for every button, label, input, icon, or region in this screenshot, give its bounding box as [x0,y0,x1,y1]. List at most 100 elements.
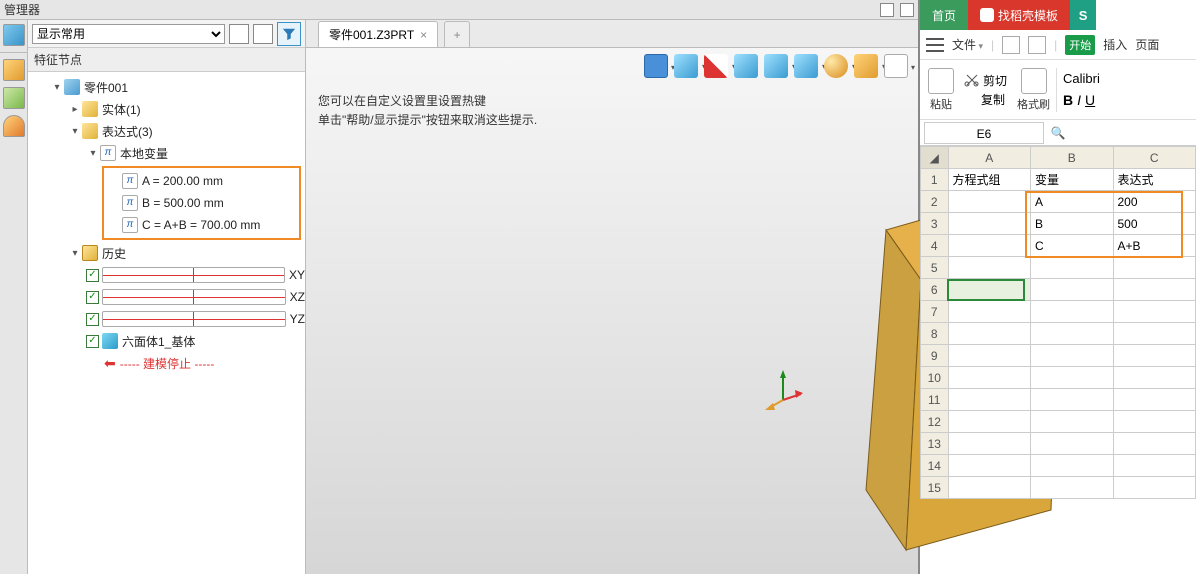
new-tab-button[interactable]: + [444,21,470,47]
tree-history[interactable]: ▾ 历史 [28,242,305,264]
tab-templates[interactable]: 找稻壳模板 [968,0,1070,30]
name-box[interactable]: E6 [924,122,1044,144]
open-icon[interactable] [1002,36,1020,54]
material-icon[interactable] [824,54,848,78]
filter-box-1[interactable] [229,24,249,44]
sketch-icon[interactable] [3,87,25,109]
menu-insert[interactable]: 插入 [1103,36,1127,53]
cell[interactable]: A+B [1113,235,1196,257]
plane-xz[interactable]: XZ [28,286,305,308]
cell[interactable] [1113,411,1196,433]
cell[interactable] [1113,367,1196,389]
iso-icon[interactable] [794,54,818,78]
dock-icon[interactable] [880,3,894,17]
col-header-a[interactable]: A [948,147,1031,169]
tree-localvar[interactable]: ▾ 本地变量 [28,142,305,164]
cell[interactable] [948,257,1031,279]
font-name[interactable]: Calibri [1063,71,1100,86]
cell[interactable] [1031,455,1114,477]
checkbox-xz[interactable] [86,291,99,304]
cell[interactable] [1031,279,1114,301]
cell[interactable] [1113,477,1196,499]
cell[interactable] [1031,257,1114,279]
checkbox-yz[interactable] [86,313,99,326]
paste-group[interactable]: 粘贴 [924,68,958,112]
search-icon[interactable]: 🔍 [1048,126,1068,140]
menu-start[interactable]: 开始 [1065,35,1095,55]
cell[interactable] [1031,411,1114,433]
menu-file[interactable]: 文件 [952,36,983,53]
col-header-b[interactable]: B [1031,147,1114,169]
funnel-icon[interactable] [277,22,301,46]
cell[interactable] [1113,389,1196,411]
checkbox-feat[interactable] [86,335,99,348]
cell[interactable]: 500 [1113,213,1196,235]
cell[interactable] [1031,323,1114,345]
italic-button[interactable]: I [1077,92,1081,108]
cell[interactable] [948,367,1031,389]
cell[interactable]: B [1031,213,1114,235]
user-icon[interactable] [3,115,25,137]
grid[interactable]: ◢ A B C 1 方程式组 变量 表达式 2 A 2003 B 5004 C … [920,146,1196,574]
cell[interactable] [948,191,1031,213]
cut-label[interactable]: 剪切 [983,72,1007,89]
cell[interactable]: A [1031,191,1114,213]
checkbox-xy[interactable] [86,269,99,282]
cell[interactable] [1113,455,1196,477]
document-tab[interactable]: 零件001.Z3PRT × [318,21,438,47]
menu-page[interactable]: 页面 [1135,36,1159,53]
cell[interactable] [948,433,1031,455]
select-all-corner[interactable]: ◢ [921,147,949,169]
plane-yz[interactable]: YZ [28,308,305,330]
shade-icon[interactable] [734,54,758,78]
cell[interactable] [1031,367,1114,389]
cell[interactable] [948,323,1031,345]
more-icon[interactable] [884,54,908,78]
col-header-c[interactable]: C [1113,147,1196,169]
copy-icon[interactable] [964,92,978,106]
view-cube-icon[interactable] [674,54,698,78]
filter-select[interactable]: 显示常用 [32,24,225,44]
feature-hexahedron[interactable]: 六面体1_基体 [28,330,305,352]
close-panel-icon[interactable] [900,3,914,17]
filter-box-2[interactable] [253,24,273,44]
tree-solid[interactable]: ▸ 实体(1) [28,98,305,120]
tab-s[interactable]: S [1070,0,1096,30]
cell[interactable] [1113,279,1196,301]
display-mode-icon[interactable] [764,54,788,78]
cell[interactable] [1113,433,1196,455]
tree-root[interactable]: ▾ 零件001 [28,76,305,98]
cell[interactable] [1031,301,1114,323]
assembly-icon[interactable] [3,24,25,46]
cell[interactable] [1113,257,1196,279]
tab-home[interactable]: 首页 [920,0,968,30]
cell[interactable]: 表达式 [1113,169,1196,191]
render-icon[interactable] [854,54,878,78]
cell[interactable] [1113,345,1196,367]
cell[interactable]: 变量 [1031,169,1114,191]
feature-tree[interactable]: ▾ 零件001 ▸ 实体(1) ▾ 表达式(3) ▾ 本地变量 [28,72,305,574]
scissors-icon[interactable] [964,72,980,88]
cell[interactable] [948,455,1031,477]
cell[interactable] [948,235,1031,257]
cell[interactable]: 200 [1113,191,1196,213]
print-icon[interactable] [1028,36,1046,54]
plane-xy[interactable]: XY [28,264,305,286]
save-icon[interactable] [644,54,668,78]
copy-label[interactable]: 复制 [981,91,1005,108]
edit-icon[interactable] [704,54,728,78]
cell[interactable] [948,213,1031,235]
part-icon[interactable] [3,59,25,81]
viewport[interactable]: 零件001.Z3PRT × + 您可以在自定义设置里设置热键 单击"帮助/显示提… [306,20,918,574]
var-b[interactable]: B = 500.00 mm [104,192,299,214]
underline-button[interactable]: U [1085,92,1095,108]
format-painter[interactable]: 格式刷 [1013,68,1054,112]
cell[interactable] [948,279,1031,301]
cell[interactable] [1113,301,1196,323]
cell[interactable] [1031,389,1114,411]
cell[interactable] [948,345,1031,367]
hamburger-icon[interactable] [926,38,944,52]
cell[interactable] [1031,477,1114,499]
tree-expr[interactable]: ▾ 表达式(3) [28,120,305,142]
var-c[interactable]: C = A+B = 700.00 mm [104,214,299,236]
